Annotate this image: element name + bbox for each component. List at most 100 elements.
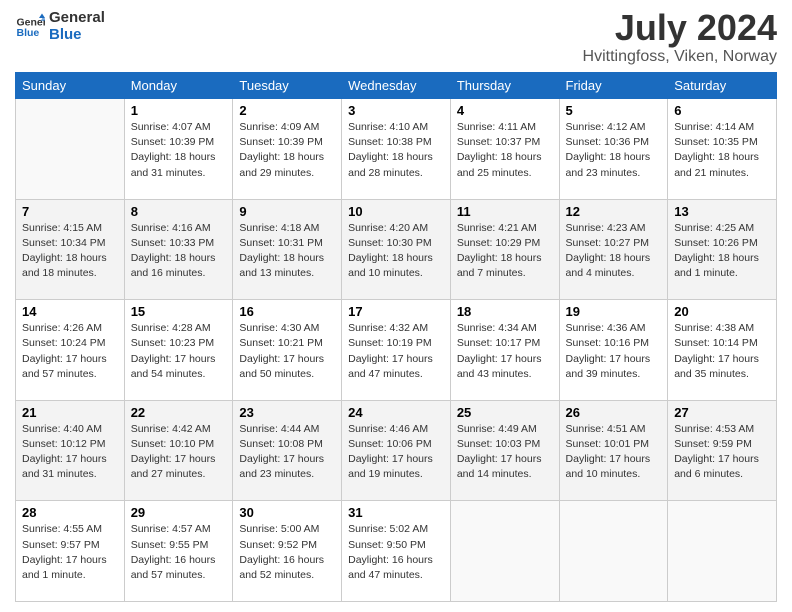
calendar-cell: 11 Sunrise: 4:21 AMSunset: 10:29 PMDaylig… <box>450 199 559 300</box>
day-info: Sunrise: 4:40 AMSunset: 10:12 PMDaylight… <box>22 422 118 483</box>
day-info: Sunrise: 4:44 AMSunset: 10:08 PMDaylight… <box>239 422 335 483</box>
day-info: Sunrise: 4:26 AMSunset: 10:24 PMDaylight… <box>22 321 118 382</box>
day-info: Sunrise: 4:38 AMSunset: 10:14 PMDaylight… <box>674 321 770 382</box>
day-number: 13 <box>674 204 770 219</box>
calendar-table: SundayMondayTuesdayWednesdayThursdayFrid… <box>15 72 777 602</box>
calendar-cell: 22 Sunrise: 4:42 AMSunset: 10:10 PMDaylig… <box>124 400 233 501</box>
logo-blue: Blue <box>49 27 105 44</box>
day-number: 20 <box>674 304 770 319</box>
calendar-week-row: 7 Sunrise: 4:15 AMSunset: 10:34 PMDayligh… <box>16 199 777 300</box>
day-number: 15 <box>131 304 227 319</box>
calendar-cell <box>16 99 125 200</box>
calendar-cell: 7 Sunrise: 4:15 AMSunset: 10:34 PMDayligh… <box>16 199 125 300</box>
day-number: 24 <box>348 405 444 420</box>
calendar-cell: 3 Sunrise: 4:10 AMSunset: 10:38 PMDayligh… <box>342 99 451 200</box>
day-number: 7 <box>22 204 118 219</box>
day-number: 31 <box>348 505 444 520</box>
day-number: 16 <box>239 304 335 319</box>
calendar-cell: 29Sunrise: 4:57 AMSunset: 9:55 PMDayligh… <box>124 501 233 602</box>
calendar-week-row: 21 Sunrise: 4:40 AMSunset: 10:12 PMDaylig… <box>16 400 777 501</box>
day-info: Sunrise: 4:55 AMSunset: 9:57 PMDaylight:… <box>22 522 118 583</box>
subtitle: Hvittingfoss, Viken, Norway <box>583 48 777 66</box>
day-info: Sunrise: 5:00 AMSunset: 9:52 PMDaylight:… <box>239 522 335 583</box>
day-number: 21 <box>22 405 118 420</box>
weekday-header-tuesday: Tuesday <box>233 73 342 99</box>
day-number: 10 <box>348 204 444 219</box>
day-info: Sunrise: 4:21 AMSunset: 10:29 PMDaylight… <box>457 221 553 282</box>
day-number: 5 <box>566 103 662 118</box>
day-info: Sunrise: 4:42 AMSunset: 10:10 PMDaylight… <box>131 422 227 483</box>
calendar-cell: 30Sunrise: 5:00 AMSunset: 9:52 PMDayligh… <box>233 501 342 602</box>
calendar-cell: 9 Sunrise: 4:18 AMSunset: 10:31 PMDayligh… <box>233 199 342 300</box>
day-info: Sunrise: 4:51 AMSunset: 10:01 PMDaylight… <box>566 422 662 483</box>
day-number: 12 <box>566 204 662 219</box>
calendar-cell: 20 Sunrise: 4:38 AMSunset: 10:14 PMDaylig… <box>668 300 777 401</box>
calendar-cell: 28Sunrise: 4:55 AMSunset: 9:57 PMDayligh… <box>16 501 125 602</box>
day-info: Sunrise: 4:30 AMSunset: 10:21 PMDaylight… <box>239 321 335 382</box>
day-info: Sunrise: 4:34 AMSunset: 10:17 PMDaylight… <box>457 321 553 382</box>
day-info: Sunrise: 5:02 AMSunset: 9:50 PMDaylight:… <box>348 522 444 583</box>
day-info: Sunrise: 4:25 AMSunset: 10:26 PMDaylight… <box>674 221 770 282</box>
day-number: 26 <box>566 405 662 420</box>
calendar-cell: 1 Sunrise: 4:07 AMSunset: 10:39 PMDayligh… <box>124 99 233 200</box>
logo-icon: General Blue <box>15 12 45 42</box>
day-info: Sunrise: 4:49 AMSunset: 10:03 PMDaylight… <box>457 422 553 483</box>
day-number: 1 <box>131 103 227 118</box>
day-info: Sunrise: 4:11 AMSunset: 10:37 PMDaylight… <box>457 120 553 181</box>
logo-general: General <box>49 10 105 27</box>
day-info: Sunrise: 4:53 AMSunset: 9:59 PMDaylight:… <box>674 422 770 483</box>
day-info: Sunrise: 4:18 AMSunset: 10:31 PMDaylight… <box>239 221 335 282</box>
calendar-cell: 19 Sunrise: 4:36 AMSunset: 10:16 PMDaylig… <box>559 300 668 401</box>
weekday-header-saturday: Saturday <box>668 73 777 99</box>
calendar-week-row: 1 Sunrise: 4:07 AMSunset: 10:39 PMDayligh… <box>16 99 777 200</box>
day-number: 17 <box>348 304 444 319</box>
main-title: July 2024 <box>583 10 777 46</box>
day-info: Sunrise: 4:23 AMSunset: 10:27 PMDaylight… <box>566 221 662 282</box>
calendar-cell: 10 Sunrise: 4:20 AMSunset: 10:30 PMDaylig… <box>342 199 451 300</box>
day-number: 14 <box>22 304 118 319</box>
weekday-header-thursday: Thursday <box>450 73 559 99</box>
day-number: 27 <box>674 405 770 420</box>
day-info: Sunrise: 4:10 AMSunset: 10:38 PMDaylight… <box>348 120 444 181</box>
day-info: Sunrise: 4:12 AMSunset: 10:36 PMDaylight… <box>566 120 662 181</box>
day-number: 11 <box>457 204 553 219</box>
weekday-header-wednesday: Wednesday <box>342 73 451 99</box>
calendar-cell: 12 Sunrise: 4:23 AMSunset: 10:27 PMDaylig… <box>559 199 668 300</box>
day-info: Sunrise: 4:15 AMSunset: 10:34 PMDaylight… <box>22 221 118 282</box>
calendar-cell: 13 Sunrise: 4:25 AMSunset: 10:26 PMDaylig… <box>668 199 777 300</box>
page: General Blue General Blue July 2024 Hvit… <box>0 0 792 612</box>
calendar-cell: 21 Sunrise: 4:40 AMSunset: 10:12 PMDaylig… <box>16 400 125 501</box>
day-info: Sunrise: 4:57 AMSunset: 9:55 PMDaylight:… <box>131 522 227 583</box>
calendar-cell <box>559 501 668 602</box>
calendar-cell: 17 Sunrise: 4:32 AMSunset: 10:19 PMDaylig… <box>342 300 451 401</box>
day-info: Sunrise: 4:16 AMSunset: 10:33 PMDaylight… <box>131 221 227 282</box>
day-number: 8 <box>131 204 227 219</box>
day-info: Sunrise: 4:46 AMSunset: 10:06 PMDaylight… <box>348 422 444 483</box>
weekday-header-monday: Monday <box>124 73 233 99</box>
weekday-header-friday: Friday <box>559 73 668 99</box>
day-number: 22 <box>131 405 227 420</box>
day-number: 4 <box>457 103 553 118</box>
day-info: Sunrise: 4:28 AMSunset: 10:23 PMDaylight… <box>131 321 227 382</box>
calendar-week-row: 28Sunrise: 4:55 AMSunset: 9:57 PMDayligh… <box>16 501 777 602</box>
calendar-cell: 18Sunrise: 4:34 AMSunset: 10:17 PMDaylig… <box>450 300 559 401</box>
day-info: Sunrise: 4:20 AMSunset: 10:30 PMDaylight… <box>348 221 444 282</box>
day-info: Sunrise: 4:32 AMSunset: 10:19 PMDaylight… <box>348 321 444 382</box>
calendar-cell: 26 Sunrise: 4:51 AMSunset: 10:01 PMDaylig… <box>559 400 668 501</box>
header: General Blue General Blue July 2024 Hvit… <box>15 10 777 66</box>
calendar-cell <box>450 501 559 602</box>
day-info: Sunrise: 4:09 AMSunset: 10:39 PMDaylight… <box>239 120 335 181</box>
day-number: 9 <box>239 204 335 219</box>
day-number: 2 <box>239 103 335 118</box>
day-info: Sunrise: 4:36 AMSunset: 10:16 PMDaylight… <box>566 321 662 382</box>
calendar-cell: 2 Sunrise: 4:09 AMSunset: 10:39 PMDayligh… <box>233 99 342 200</box>
calendar-cell: 6Sunrise: 4:14 AMSunset: 10:35 PMDayligh… <box>668 99 777 200</box>
calendar-cell: 8 Sunrise: 4:16 AMSunset: 10:33 PMDayligh… <box>124 199 233 300</box>
day-number: 3 <box>348 103 444 118</box>
svg-text:Blue: Blue <box>17 27 40 39</box>
day-number: 19 <box>566 304 662 319</box>
calendar-cell: 25Sunrise: 4:49 AMSunset: 10:03 PMDaylig… <box>450 400 559 501</box>
calendar-cell: 5 Sunrise: 4:12 AMSunset: 10:36 PMDayligh… <box>559 99 668 200</box>
day-info: Sunrise: 4:07 AMSunset: 10:39 PMDaylight… <box>131 120 227 181</box>
calendar-week-row: 14 Sunrise: 4:26 AMSunset: 10:24 PMDaylig… <box>16 300 777 401</box>
